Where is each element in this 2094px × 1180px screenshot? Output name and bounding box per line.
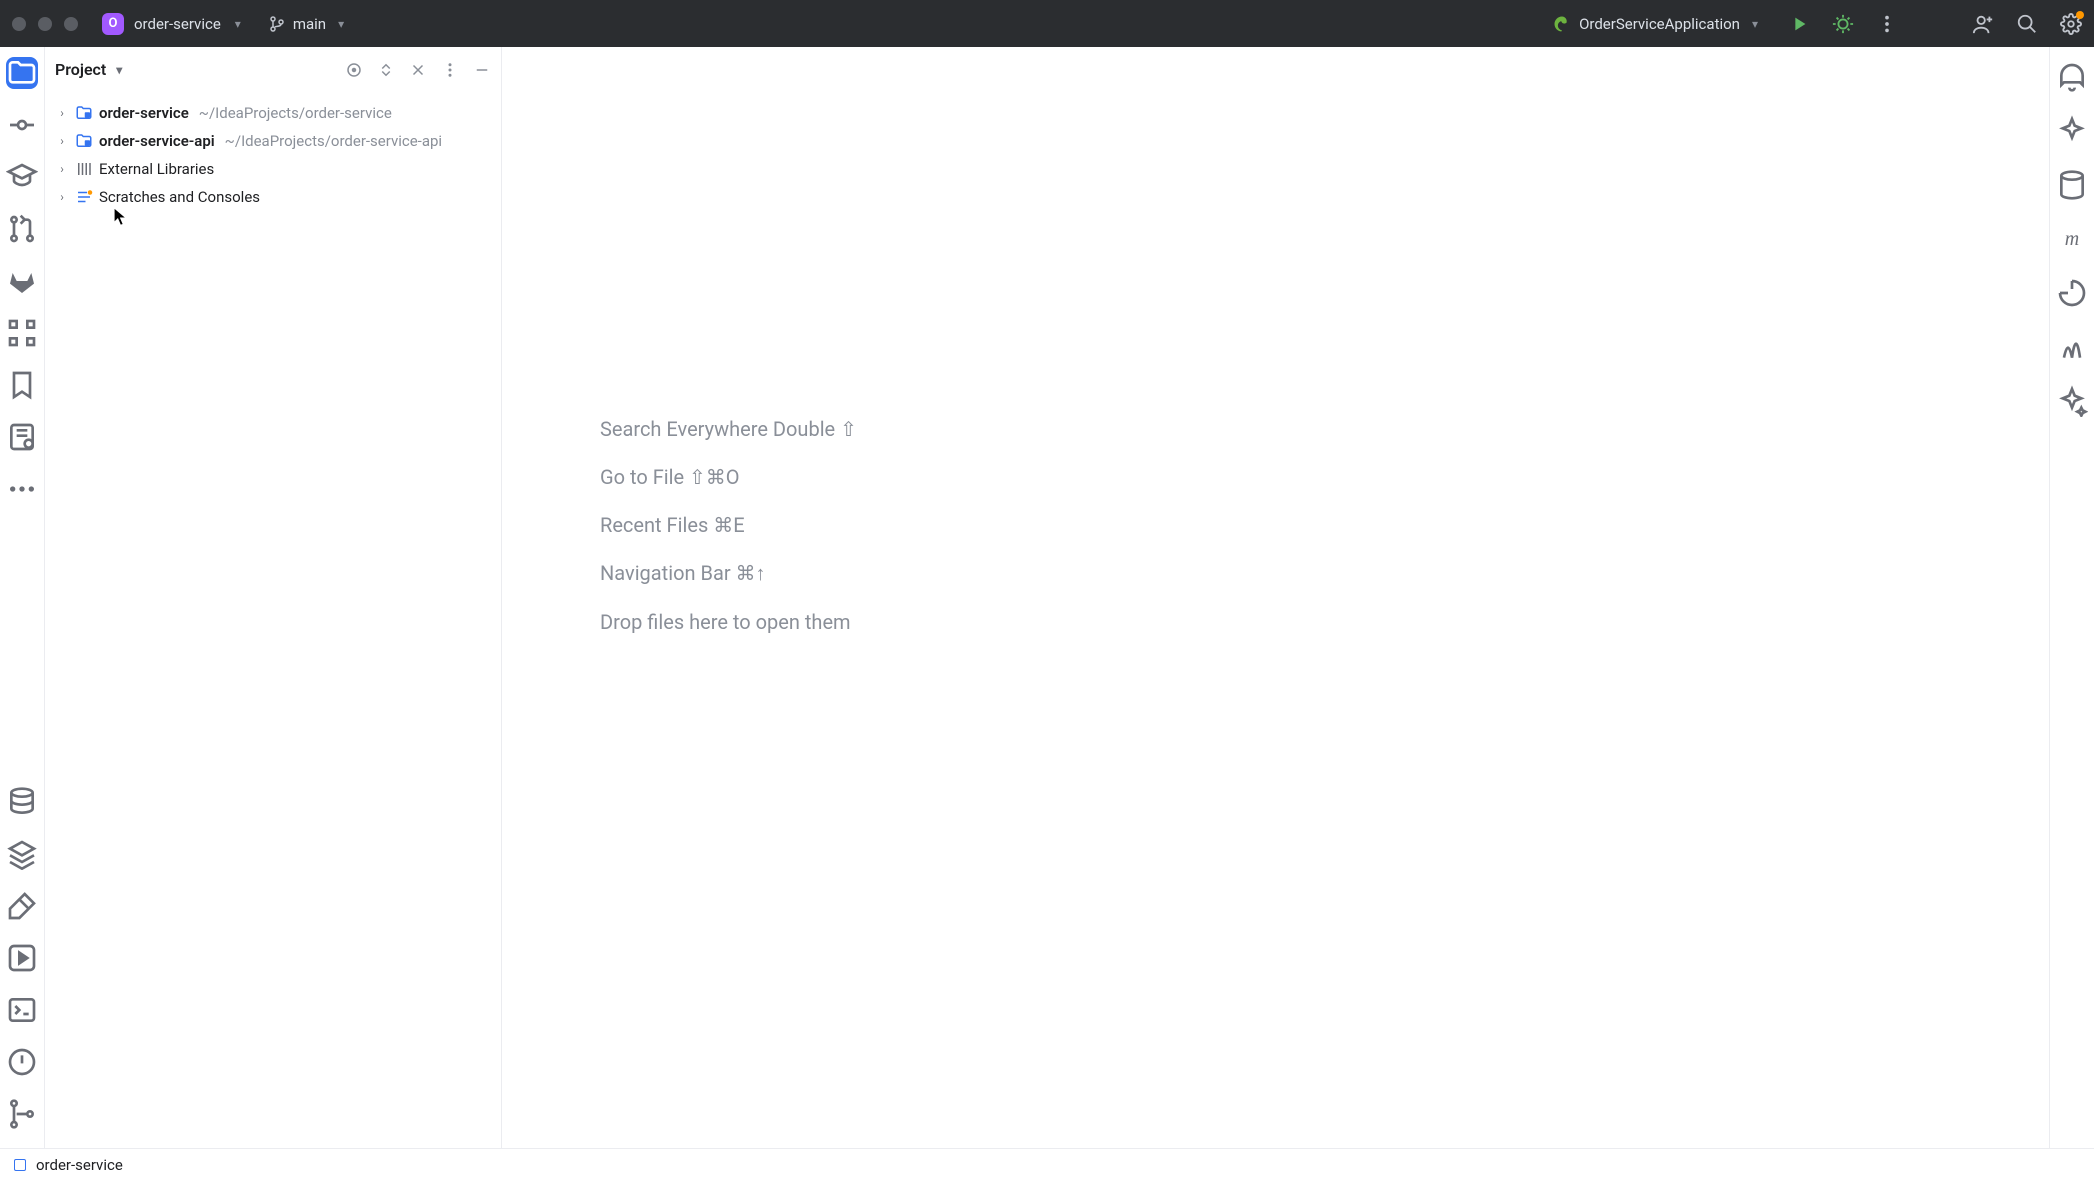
traffic-close[interactable]: [12, 17, 26, 31]
maven-icon: m: [2065, 228, 2079, 251]
scratch-icon: [75, 188, 93, 206]
layers-tool-button[interactable]: [6, 838, 38, 870]
tree-item-name: External Libraries: [99, 160, 214, 178]
collapse-all-icon[interactable]: [409, 61, 427, 79]
branch-selector[interactable]: main ▾: [269, 15, 344, 33]
more-actions[interactable]: [1876, 13, 1898, 35]
hint-goto-file: Go to File ⇧⌘O: [600, 465, 2049, 489]
module-indicator-icon: [14, 1159, 26, 1171]
hint-navigation-bar: Navigation Bar ⌘↑: [600, 561, 2049, 586]
build-tool-button[interactable]: [6, 890, 38, 922]
module-icon: [75, 104, 93, 122]
traffic-zoom[interactable]: [64, 17, 78, 31]
more-tool-button[interactable]: [6, 473, 38, 505]
tree-item-name: order-service-api: [99, 132, 215, 150]
notifications-tool-button[interactable]: [2056, 61, 2088, 93]
terminal-tool-button[interactable]: [6, 994, 38, 1026]
tree-row-scratches[interactable]: › Scratches and Consoles: [45, 183, 501, 211]
database-right-tool-button[interactable]: [2056, 169, 2088, 201]
ai-suggest-tool-button[interactable]: [2056, 385, 2088, 417]
tree-row-module[interactable]: › order-service-api ~/IdeaProjects/order…: [45, 127, 501, 155]
ai-assistant-tool-button[interactable]: [2056, 115, 2088, 147]
debug-button[interactable]: [1832, 13, 1854, 35]
tree-item-name: Scratches and Consoles: [99, 188, 260, 206]
gitlab-tool-button[interactable]: [6, 265, 38, 297]
coverage-tool-button[interactable]: [2056, 277, 2088, 309]
vcs-tool-button[interactable]: [6, 1098, 38, 1130]
branch-icon: [269, 16, 285, 32]
structure-tool-button[interactable]: [6, 317, 38, 349]
chevron-right-icon[interactable]: ›: [55, 106, 69, 120]
module-icon: [75, 132, 93, 150]
tree-item-path: ~/IdeaProjects/order-service-api: [225, 132, 442, 150]
spring-icon: [1553, 15, 1571, 33]
bookmarks-tool-button[interactable]: [6, 369, 38, 401]
chevron-down-icon: ▾: [235, 17, 241, 31]
library-icon: [75, 160, 93, 178]
persistence-tool-button[interactable]: [6, 421, 38, 453]
chevron-down-icon: ▾: [338, 17, 344, 31]
branch-name: main: [293, 15, 326, 33]
pull-requests-tool-button[interactable]: [6, 213, 38, 245]
problems-tool-button[interactable]: [6, 1046, 38, 1078]
project-name: order-service: [134, 15, 221, 33]
hint-recent-files: Recent Files ⌘E: [600, 513, 2049, 537]
panel-options-icon[interactable]: [441, 61, 459, 79]
hint-search-everywhere: Search Everywhere Double ⇧: [600, 417, 2049, 441]
status-module-name: order-service: [36, 1156, 123, 1174]
project-badge: O: [102, 13, 124, 35]
maven-tool-button[interactable]: m: [2056, 223, 2088, 255]
run-config-selector[interactable]: OrderServiceApplication ▾: [1553, 15, 1758, 33]
database-tool-button[interactable]: [6, 786, 38, 818]
run-config-name: OrderServiceApplication: [1579, 15, 1740, 33]
project-tool-button[interactable]: [6, 57, 38, 89]
hide-panel-icon[interactable]: [473, 61, 491, 79]
tree-row-module[interactable]: › order-service ~/IdeaProjects/order-ser…: [45, 99, 501, 127]
tree-item-path: ~/IdeaProjects/order-service: [199, 104, 392, 122]
tree-row-libraries[interactable]: › External Libraries: [45, 155, 501, 183]
project-selector[interactable]: O order-service ▾: [102, 13, 241, 35]
services-tool-button[interactable]: [6, 942, 38, 974]
project-panel-label: Project: [55, 60, 106, 79]
settings-icon[interactable]: [2060, 13, 2082, 35]
chevron-down-icon: ▾: [1752, 17, 1758, 31]
search-icon[interactable]: [2016, 13, 2038, 35]
run-button[interactable]: [1788, 13, 1810, 35]
expand-all-icon[interactable]: [377, 61, 395, 79]
tree-item-name: order-service: [99, 104, 189, 122]
project-panel-title[interactable]: Project ▾: [55, 60, 122, 79]
chevron-right-icon[interactable]: ›: [55, 190, 69, 204]
code-with-me-icon[interactable]: [1972, 13, 1994, 35]
hint-drop-files: Drop files here to open them: [600, 610, 2049, 634]
commit-tool-button[interactable]: [6, 109, 38, 141]
chevron-down-icon: ▾: [116, 63, 122, 77]
chevron-right-icon[interactable]: ›: [55, 134, 69, 148]
learn-tool-button[interactable]: [6, 161, 38, 193]
select-opened-file-icon[interactable]: [345, 61, 363, 79]
traffic-minimize[interactable]: [38, 17, 52, 31]
profiler-tool-button[interactable]: [2056, 331, 2088, 363]
chevron-right-icon[interactable]: ›: [55, 162, 69, 176]
